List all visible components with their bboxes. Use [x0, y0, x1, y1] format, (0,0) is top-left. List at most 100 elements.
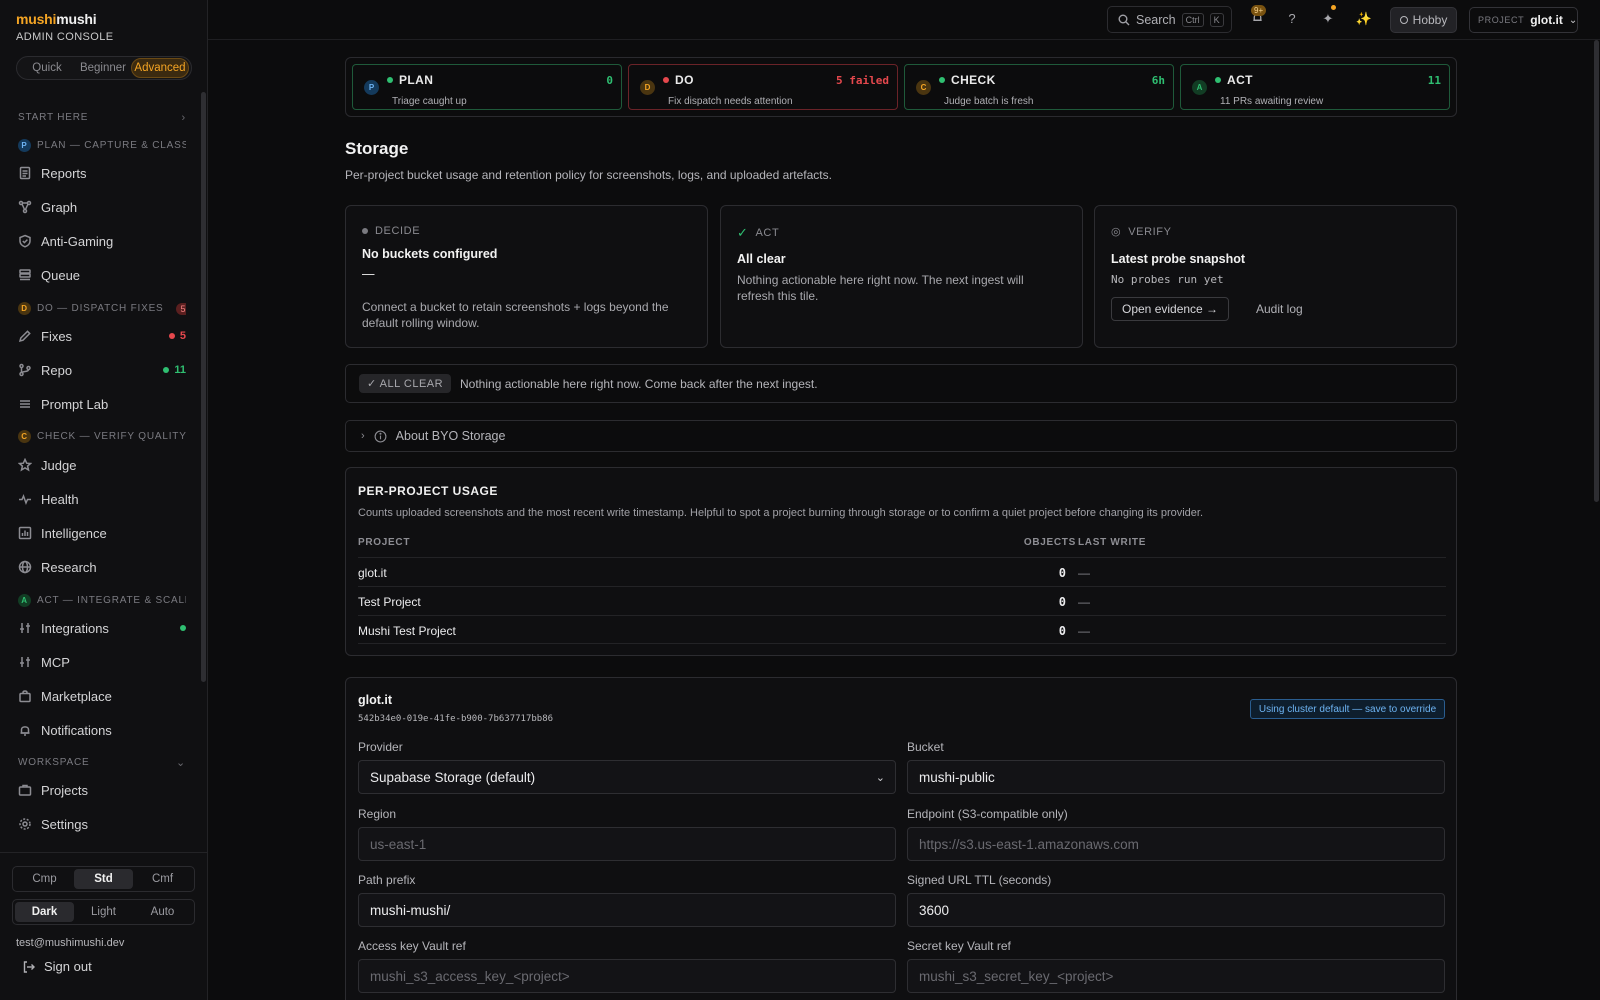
tile-heading: All clear: [737, 252, 786, 266]
sidebar-item-research[interactable]: Research: [18, 554, 186, 580]
help-icon[interactable]: ?: [1283, 11, 1301, 29]
sidebar-item-settings[interactable]: Settings: [18, 811, 186, 837]
sparkle-icon[interactable]: ✦: [1319, 5, 1337, 29]
cell-last-write: —: [1078, 595, 1090, 609]
table-row: Test Project 0 —: [358, 586, 1446, 615]
brand-subtitle: ADMIN CONSOLE: [16, 31, 114, 43]
sidebar-item-intelligence[interactable]: Intelligence: [18, 520, 186, 546]
region-input[interactable]: us-east-1: [358, 827, 896, 861]
circle-icon: [1399, 16, 1408, 24]
shield-icon: [18, 234, 32, 248]
sidebar-item-queue[interactable]: Queue: [18, 262, 186, 288]
column-header-last-write: LAST WRITE: [1078, 537, 1147, 548]
section-label: CHECK — VERIFY QUALITY: [37, 431, 186, 442]
status-dot: [663, 77, 669, 83]
path-prefix-label: Path prefix: [358, 873, 416, 887]
provider-select[interactable]: Supabase Storage (default) ⌄: [358, 760, 896, 794]
info-icon: [374, 430, 387, 442]
access-key-input[interactable]: mushi_s3_access_key_<project>: [358, 959, 896, 993]
plan-tier-button[interactable]: Hobby: [1390, 7, 1457, 33]
open-evidence-button[interactable]: Open evidence →: [1111, 297, 1230, 321]
sidebar-item-label: Integrations: [41, 620, 109, 636]
mode-advanced[interactable]: Advanced: [131, 58, 189, 78]
mode-quick[interactable]: Quick: [19, 59, 75, 77]
theme-toggle: Dark Light Auto: [12, 899, 195, 925]
bucket-input[interactable]: mushi-public: [907, 760, 1445, 794]
notification-count-badge: 9+: [1251, 5, 1267, 16]
sidebar-scrollbar[interactable]: [201, 92, 206, 682]
sidebar-item-prompt-lab[interactable]: Prompt Lab: [18, 391, 186, 417]
status-dot: [362, 228, 368, 234]
cell-last-write: —: [1078, 624, 1090, 638]
sidebar-item-reports[interactable]: Reports: [18, 160, 186, 186]
about-byo-storage-disclosure[interactable]: › About BYO Storage: [345, 420, 1457, 452]
signed-url-ttl-input[interactable]: 3600: [907, 893, 1445, 927]
sidebar-item-projects[interactable]: Projects: [18, 777, 186, 803]
audit-log-link[interactable]: Audit log: [1245, 297, 1314, 321]
tile-kind-label: DECIDE: [375, 225, 421, 237]
access-key-label: Access key Vault ref: [358, 939, 466, 953]
mode-beginner[interactable]: Beginner: [75, 59, 131, 77]
sidebar-item-fixes[interactable]: Fixes 5: [18, 323, 186, 349]
chevron-down-icon: ⌄: [175, 757, 186, 768]
pdca-card-check[interactable]: C CHECK Judge batch is fresh 6h: [904, 64, 1174, 110]
verify-tile: ◎ VERIFY Latest probe snapshot No probes …: [1094, 205, 1457, 348]
theme-dark[interactable]: Dark: [15, 902, 74, 922]
check-pill: C: [18, 430, 31, 443]
all-clear-banner: ✓ ALL CLEAR Nothing actionable here righ…: [345, 364, 1457, 403]
pdca-name: ACT: [1215, 73, 1253, 87]
sidebar-item-judge[interactable]: Judge: [17, 452, 186, 478]
sidebar-item-integrations[interactable]: Integrations: [18, 615, 186, 641]
tile-kind: ◎ VERIFY: [1111, 225, 1172, 239]
cell-project: Test Project: [358, 595, 421, 609]
config-project-id: 542b34e0-019e-41fe-b900-7b637717bb86: [358, 714, 554, 724]
sidebar-item-anti-gaming[interactable]: Anti-Gaming: [18, 228, 186, 254]
theme-auto[interactable]: Auto: [133, 902, 192, 922]
bag-icon: [18, 689, 32, 703]
sidebar-item-mcp[interactable]: MCP: [18, 649, 186, 675]
brand-logo[interactable]: mushimushi: [16, 11, 97, 27]
pdca-card-do[interactable]: D DO Fix dispatch needs attention 5 fail…: [628, 64, 898, 110]
tile-body: Connect a bucket to retain screenshots +…: [362, 300, 669, 330]
sign-out-button[interactable]: Sign out: [22, 959, 92, 974]
theme-light[interactable]: Light: [74, 902, 133, 922]
star-icon: [17, 457, 33, 472]
kbd-k: K: [1209, 12, 1224, 27]
section-label: PLAN — CAPTURE & CLASS...: [37, 140, 186, 151]
sidebar-item-marketplace[interactable]: Marketplace: [18, 683, 186, 709]
experience-mode-toggle: Quick Beginner Advanced: [16, 56, 192, 80]
tile-kind: DECIDE: [362, 225, 420, 237]
sidebar-item-label: Prompt Lab: [41, 396, 109, 412]
pdca-name: PLAN: [387, 73, 433, 87]
cell-project: glot.it: [358, 566, 387, 580]
section-workspace[interactable]: WORKSPACE ⌄: [18, 757, 186, 768]
endpoint-input[interactable]: https://s3.us-east-1.amazonaws.com: [907, 827, 1445, 861]
density-compact[interactable]: Cmp: [15, 869, 74, 889]
tile-metric: —: [362, 267, 375, 281]
path-prefix-input[interactable]: mushi-mushi/: [358, 893, 896, 927]
region-label: Region: [358, 807, 397, 821]
sidebar-item-repo[interactable]: Repo 11: [18, 357, 186, 383]
pdca-card-act[interactable]: A ACT 11 PRs awaiting review 11: [1180, 64, 1450, 110]
pdca-sub: Triage caught up: [392, 96, 467, 107]
density-standard[interactable]: Std: [74, 869, 133, 889]
project-selector[interactable]: PROJECT glot.it ⌄: [1469, 7, 1578, 33]
project-selector-label: PROJECT: [1478, 15, 1525, 25]
sidebar-item-notifications[interactable]: Notifications: [18, 717, 186, 743]
sign-out-label: Sign out: [44, 959, 92, 974]
sign-out-icon: [23, 960, 35, 973]
chart-icon: [18, 526, 32, 540]
section-start-here[interactable]: START HERE ›: [18, 112, 186, 123]
main-scrollbar[interactable]: [1594, 40, 1599, 502]
all-clear-text: Nothing actionable here right now. Come …: [460, 377, 818, 391]
density-comfortable[interactable]: Cmf: [133, 869, 192, 889]
search-button[interactable]: Search Ctrl K: [1107, 6, 1232, 33]
sidebar-item-graph[interactable]: Graph: [18, 194, 186, 220]
tile-heading: No buckets configured: [362, 247, 498, 261]
pdca-name: DO: [663, 73, 694, 87]
sidebar-item-health[interactable]: Health: [18, 486, 186, 512]
pdca-card-plan[interactable]: P PLAN Triage caught up 0: [352, 64, 622, 110]
chevron-right-icon: ›: [181, 112, 186, 123]
ai-assistant-icon[interactable]: ✨: [1355, 11, 1373, 29]
secret-key-input[interactable]: mushi_s3_secret_key_<project>: [907, 959, 1445, 993]
